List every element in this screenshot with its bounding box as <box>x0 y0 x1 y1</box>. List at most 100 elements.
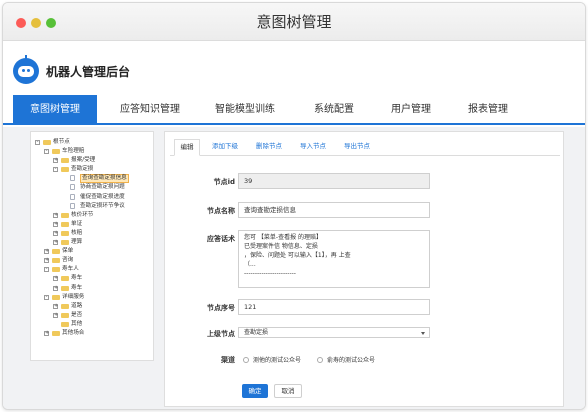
tree-node-label: 详细服务 <box>62 293 85 300</box>
tree-node[interactable]: + 寿车 <box>31 284 153 293</box>
expand-icon[interactable]: + <box>53 312 58 318</box>
tree-node[interactable]: + 单证 <box>31 220 153 229</box>
folder-icon <box>61 321 69 327</box>
folder-icon <box>61 167 69 173</box>
tree-node[interactable]: - 车险理赔 <box>31 147 153 156</box>
tree-node[interactable]: - 寿车人 <box>31 265 153 274</box>
answer-textarea[interactable]: 您可 【菜单-查看报 的理赔】 已受理案件信 物信息、定损 ，保险、问题处 可以… <box>238 230 430 288</box>
tree-node[interactable]: + 其他场合 <box>31 329 153 338</box>
folder-icon <box>52 294 60 300</box>
node-id-label: 节点id <box>213 178 235 186</box>
answer-line: 已受理案件信 物信息、定损 <box>244 243 318 250</box>
tree-node[interactable]: + 道路 <box>31 302 153 311</box>
nav-tab-answer-knowledge[interactable]: 应答知识管理 <box>108 95 192 125</box>
tree-node-label: 是否 <box>71 311 83 318</box>
tree-node[interactable]: + 理算 <box>31 238 153 247</box>
tree-node[interactable]: 查询查勘定损信息 <box>31 174 153 184</box>
folder-icon <box>61 212 69 218</box>
tree-node-label: 根节点 <box>53 139 70 145</box>
tab-add-child[interactable]: 添加下级 <box>206 139 244 156</box>
tree-node[interactable]: + 保单 <box>31 247 153 256</box>
tree-node[interactable]: 查勘定损环节争议 <box>31 202 153 211</box>
channel-option-2: 俞寿的测试公众号 <box>327 357 376 364</box>
tree-node[interactable]: 其他 <box>31 320 153 329</box>
collapse-icon[interactable]: - <box>35 140 40 145</box>
channel-radio-1[interactable] <box>243 357 249 363</box>
tree-node[interactable]: - 详细服务 <box>31 293 153 302</box>
tree-node-label: 保单 <box>62 248 74 255</box>
row-node-name: 节点名称 查询查勘定损信息 <box>165 202 563 218</box>
tree-node[interactable]: 协商查勘定损问题 <box>31 183 153 192</box>
tree-node[interactable]: + 寿车 <box>31 274 153 283</box>
folder-icon <box>61 158 69 164</box>
expand-icon[interactable]: + <box>53 303 58 309</box>
tree-node[interactable]: 催促查勘定损进度 <box>31 193 153 202</box>
panel-tabs: 编辑 添加下级 删除节点 导入节点 导出节点 <box>170 136 560 156</box>
app-window: 意图树管理 机器人管理后台 意图树管理 应答知识管理 智能模型训练 系统配置 用… <box>2 2 586 410</box>
tree-node[interactable]: + 核赔 <box>31 229 153 238</box>
expand-icon[interactable]: + <box>44 330 49 336</box>
row-answer: 应答话术 您可 【菜单-查看报 的理赔】 已受理案件信 物信息、定损 ，保险、问… <box>165 230 563 288</box>
tree-node-label: 查勘定损环节争议 <box>80 202 125 209</box>
tab-edit[interactable]: 编辑 <box>174 139 200 156</box>
tab-import-node[interactable]: 导入节点 <box>294 139 332 156</box>
tree-node-label: 核价环节 <box>71 211 94 218</box>
nav-tab-report-management[interactable]: 报表管理 <box>452 95 524 125</box>
folder-icon <box>52 149 60 155</box>
tree-node[interactable]: + 核价环节 <box>31 211 153 220</box>
nav-tab-system-config[interactable]: 系统配置 <box>298 95 370 125</box>
expand-icon[interactable]: + <box>53 230 58 236</box>
chevron-down-icon <box>421 332 425 335</box>
collapse-icon[interactable]: - <box>53 167 58 173</box>
expand-icon[interactable]: + <box>53 285 58 291</box>
answer-line: ，保险、问题处 可以输入【1】，再 上查 <box>244 252 351 259</box>
answer-line: （... <box>244 261 256 268</box>
folder-icon <box>52 249 60 255</box>
tree-node-label: 查询查勘定损信息 <box>80 174 129 184</box>
collapse-icon[interactable]: - <box>44 149 49 155</box>
folder-icon <box>61 221 69 227</box>
expand-icon[interactable]: + <box>53 212 58 218</box>
expand-icon[interactable]: + <box>44 249 49 255</box>
cancel-button[interactable]: 取消 <box>274 384 302 398</box>
confirm-button[interactable]: 确定 <box>242 384 268 398</box>
parent-node-label: 上级节点 <box>207 330 235 338</box>
node-order-input[interactable]: 121 <box>238 299 430 315</box>
parent-node-select[interactable]: 查勘定损 <box>238 327 430 338</box>
window-title: 意图树管理 <box>256 13 332 31</box>
folder-icon <box>61 240 69 246</box>
tree-node[interactable]: + 咨询 <box>31 256 153 265</box>
tree-node[interactable]: - 根节点 <box>31 138 153 147</box>
nav-tab-model-training[interactable]: 智能模型训练 <box>203 95 287 125</box>
nav-tab-user-management[interactable]: 用户管理 <box>375 95 447 125</box>
file-icon <box>70 184 75 191</box>
row-parent-node: 上级节点 查勘定损 <box>165 327 563 338</box>
answer-label: 应答话术 <box>207 235 235 243</box>
tree-node[interactable]: - 查勘定损 <box>31 165 153 174</box>
nav-tab-intent-tree[interactable]: 意图树管理 <box>13 95 97 125</box>
tree-node-label: 寿车 <box>71 275 83 282</box>
tree-node-label: 报案/受理 <box>71 157 96 164</box>
tree-node-label: 核赔 <box>71 229 83 236</box>
tree-node[interactable]: + 报案/受理 <box>31 156 153 165</box>
folder-icon <box>61 312 69 318</box>
top-navigation: 意图树管理 应答知识管理 智能模型训练 系统配置 用户管理 报表管理 <box>3 95 585 125</box>
tab-export-node[interactable]: 导出节点 <box>338 139 376 156</box>
expand-icon[interactable]: + <box>53 276 58 282</box>
folder-icon <box>43 140 51 145</box>
collapse-icon[interactable]: - <box>44 267 49 273</box>
expand-icon[interactable]: + <box>53 240 58 246</box>
title-bar: 意图树管理 <box>3 3 585 41</box>
tree-node[interactable]: + 是否 <box>31 311 153 320</box>
node-name-input[interactable]: 查询查勘定损信息 <box>238 202 430 218</box>
expand-icon[interactable]: + <box>53 221 58 227</box>
tree-node-label: 车险理赔 <box>62 148 85 155</box>
file-icon <box>70 175 75 182</box>
tab-delete-node[interactable]: 删除节点 <box>250 139 288 156</box>
tree-node-label: 理算 <box>71 239 83 246</box>
channel-radio-2[interactable] <box>317 357 323 363</box>
expand-icon[interactable]: + <box>53 158 58 164</box>
answer-line: 您可 【菜单-查看报 的理赔】 <box>244 234 322 241</box>
collapse-icon[interactable]: - <box>44 294 49 300</box>
expand-icon[interactable]: + <box>44 258 49 264</box>
